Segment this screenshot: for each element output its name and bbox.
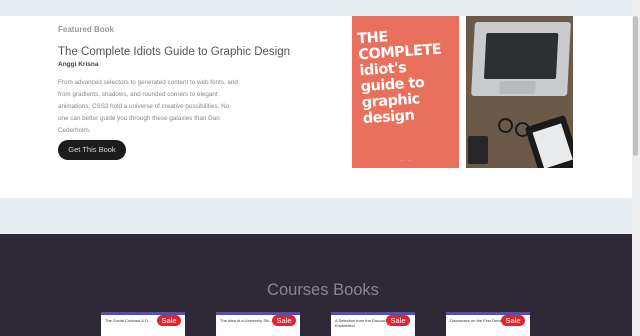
trackpad-icon bbox=[499, 81, 536, 94]
book-description: From advanced selectors to generated con… bbox=[58, 79, 238, 134]
cover-footer: — · — bbox=[400, 158, 411, 162]
featured-eyebrow: Featured Book bbox=[58, 25, 115, 34]
book-title: The Complete Idiots Guide to Graphic Des… bbox=[58, 46, 291, 58]
glasses-icon bbox=[498, 118, 513, 133]
phone-icon bbox=[468, 136, 488, 164]
book-cover[interactable]: THE COMPLETE idiot's guide to graphic de… bbox=[352, 16, 459, 168]
get-this-book-button[interactable]: Get This Book bbox=[58, 140, 126, 160]
keyboard-icon bbox=[483, 33, 559, 79]
laptop-icon bbox=[471, 22, 571, 96]
sale-badge: Sale bbox=[157, 315, 181, 326]
sale-badge: Sale bbox=[386, 315, 410, 326]
sale-badge: Sale bbox=[272, 315, 296, 326]
scrollbar-thumb[interactable] bbox=[633, 16, 638, 156]
cover-title: THE COMPLETE idiot's guide to graphic de… bbox=[356, 29, 442, 128]
courses-heading: Courses Books bbox=[267, 281, 379, 299]
top-strip bbox=[0, 0, 632, 16]
book-author: Anggi Krisna bbox=[58, 61, 99, 68]
tablet-icon bbox=[524, 114, 573, 168]
sale-badge: Sale bbox=[501, 315, 525, 326]
laptop-photo-icon bbox=[466, 16, 573, 168]
